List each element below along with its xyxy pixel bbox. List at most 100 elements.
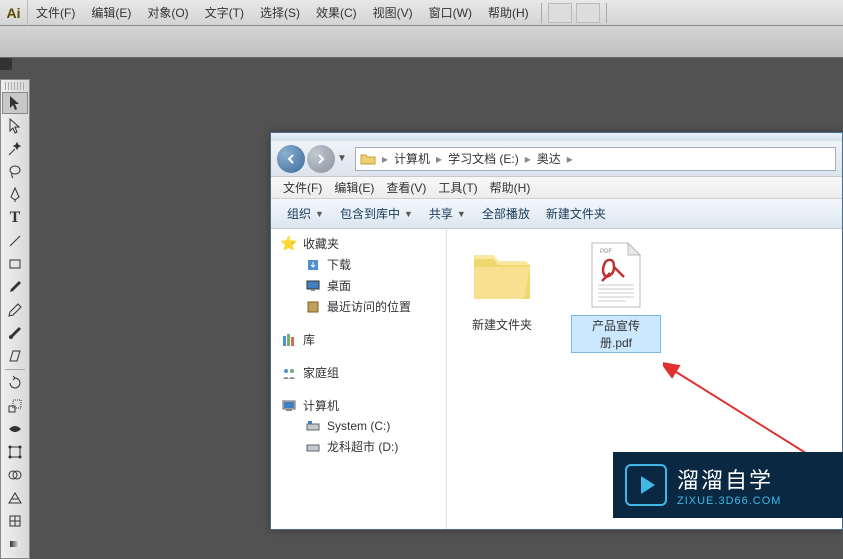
sidebar-homegroup-header[interactable]: 家庭组 (271, 362, 446, 383)
file-item-folder[interactable]: 新建文件夹 (457, 239, 547, 334)
explorer-toolbar: 组织▼ 包含到库中▼ 共享▼ 全部播放 新建文件夹 (271, 199, 842, 229)
sidebar-computer: 计算机 System (C:) 龙科超市 (D:) (271, 395, 446, 457)
sidebar-favorites: ⭐ 收藏夹 下载 桌面 最近访问的位置 (271, 233, 446, 317)
ai-arrange-icon[interactable] (576, 3, 600, 23)
shape-builder-tool[interactable] (2, 464, 28, 486)
breadcrumb-separator: ▸ (523, 152, 533, 166)
ai-menu-edit[interactable]: 编辑(E) (83, 0, 139, 26)
computer-icon (281, 398, 297, 414)
ai-control-bar (0, 26, 843, 58)
address-bar[interactable]: ▸ 计算机 ▸ 学习文档 (E:) ▸ 奥达 ▸ (355, 147, 836, 171)
watermark-badge: 溜溜自学 ZIXUE.3D66.COM (613, 452, 843, 518)
paintbrush-tool[interactable] (2, 276, 28, 298)
direct-selection-tool[interactable] (2, 115, 28, 137)
type-tool[interactable]: T (2, 207, 28, 229)
ai-menu-effect[interactable]: 效果(C) (308, 0, 365, 26)
tb-include[interactable]: 包含到库中▼ (332, 205, 421, 222)
exp-menu-help[interactable]: 帮助(H) (484, 179, 537, 196)
gradient-tool[interactable] (2, 533, 28, 555)
separator (541, 3, 542, 23)
ai-menu-help[interactable]: 帮助(H) (480, 0, 537, 26)
sidebar-downloads[interactable]: 下载 (271, 254, 446, 275)
file-label: 产品宣传册.pdf (571, 315, 661, 353)
sidebar-item-label: 下载 (327, 256, 351, 273)
ai-panel-grip[interactable] (0, 58, 12, 70)
toolbox-grip[interactable] (5, 82, 25, 90)
ai-menubar: Ai 文件(F) 编辑(E) 对象(O) 文字(T) 选择(S) 效果(C) 视… (0, 0, 843, 26)
ai-logo: Ai (0, 0, 28, 26)
tb-organize[interactable]: 组织▼ (279, 205, 332, 222)
eraser-tool[interactable] (2, 345, 28, 367)
sidebar-item-label: 龙科超市 (D:) (327, 438, 398, 455)
watermark-logo-icon (625, 464, 667, 506)
explorer-navbar: ▼ ▸ 计算机 ▸ 学习文档 (E:) ▸ 奥达 ▸ (271, 141, 842, 177)
breadcrumb-computer[interactable]: 计算机 (390, 148, 434, 170)
sidebar-item-label: 家庭组 (303, 364, 339, 381)
desktop-icon (305, 278, 321, 294)
ai-menu-file[interactable]: 文件(F) (28, 0, 83, 26)
magic-wand-tool[interactable] (2, 138, 28, 160)
file-label: 新建文件夹 (468, 315, 536, 334)
folder-icon (358, 149, 378, 169)
breadcrumb-separator: ▸ (434, 152, 444, 166)
exp-menu-file[interactable]: 文件(F) (277, 179, 328, 196)
perspective-tool[interactable] (2, 487, 28, 509)
watermark-url: ZIXUE.3D66.COM (677, 495, 781, 507)
tool-separator (5, 369, 25, 370)
width-tool[interactable] (2, 418, 28, 440)
scale-tool[interactable] (2, 395, 28, 417)
exp-menu-view[interactable]: 查看(V) (380, 179, 432, 196)
sidebar-recent[interactable]: 最近访问的位置 (271, 296, 446, 317)
tb-newfolder[interactable]: 新建文件夹 (538, 205, 614, 222)
folder-large-icon (466, 239, 538, 311)
ai-menu-view[interactable]: 视图(V) (365, 0, 421, 26)
line-tool[interactable] (2, 230, 28, 252)
pencil-tool[interactable] (2, 299, 28, 321)
breadcrumb-drive[interactable]: 学习文档 (E:) (444, 148, 523, 170)
tb-playall[interactable]: 全部播放 (474, 205, 538, 222)
nav-back-button[interactable] (277, 145, 305, 173)
separator (606, 3, 607, 23)
watermark-text: 溜溜自学 ZIXUE.3D66.COM (677, 463, 781, 507)
sidebar-drive-c[interactable]: System (C:) (271, 416, 446, 436)
selection-tool[interactable] (2, 92, 28, 114)
drive-icon (305, 439, 321, 455)
breadcrumb-separator: ▸ (380, 152, 390, 166)
ai-essentials-icon[interactable] (548, 3, 572, 23)
download-icon (305, 257, 321, 273)
sidebar-item-label: 计算机 (303, 397, 339, 414)
nav-forward-button[interactable] (307, 145, 335, 173)
sidebar-libraries-header[interactable]: 库 (271, 329, 446, 350)
ai-menu-select[interactable]: 选择(S) (252, 0, 308, 26)
homegroup-icon (281, 365, 297, 381)
sidebar-drive-d[interactable]: 龙科超市 (D:) (271, 436, 446, 457)
sidebar-computer-header[interactable]: 计算机 (271, 395, 446, 416)
ai-menu-type[interactable]: 文字(T) (197, 0, 252, 26)
lasso-tool[interactable] (2, 161, 28, 183)
sidebar-favorites-label: 收藏夹 (303, 235, 339, 252)
star-icon: ⭐ (281, 236, 297, 252)
exp-menu-edit[interactable]: 编辑(E) (328, 179, 380, 196)
pen-tool[interactable] (2, 184, 28, 206)
file-item-pdf[interactable]: PDF 产品宣传册.pdf (571, 239, 661, 353)
rotate-tool[interactable] (2, 372, 28, 394)
sidebar-homegroup: 家庭组 (271, 362, 446, 383)
tb-share[interactable]: 共享▼ (421, 205, 474, 222)
watermark-title: 溜溜自学 (677, 463, 781, 495)
mesh-tool[interactable] (2, 510, 28, 532)
ai-menu-window[interactable]: 窗口(W) (421, 0, 480, 26)
blob-brush-tool[interactable] (2, 322, 28, 344)
rectangle-tool[interactable] (2, 253, 28, 275)
nav-history-dropdown[interactable]: ▼ (337, 153, 351, 164)
sidebar-item-label: 最近访问的位置 (327, 298, 411, 315)
ai-menu-object[interactable]: 对象(O) (139, 0, 196, 26)
free-transform-tool[interactable] (2, 441, 28, 463)
exp-menu-tools[interactable]: 工具(T) (432, 179, 483, 196)
explorer-menubar: 文件(F) 编辑(E) 查看(V) 工具(T) 帮助(H) (271, 177, 842, 199)
breadcrumb-folder[interactable]: 奥达 (533, 148, 565, 170)
explorer-titlebar[interactable] (271, 133, 842, 141)
drive-icon (305, 418, 321, 434)
sidebar-favorites-header[interactable]: ⭐ 收藏夹 (271, 233, 446, 254)
sidebar-item-label: 桌面 (327, 277, 351, 294)
sidebar-desktop[interactable]: 桌面 (271, 275, 446, 296)
